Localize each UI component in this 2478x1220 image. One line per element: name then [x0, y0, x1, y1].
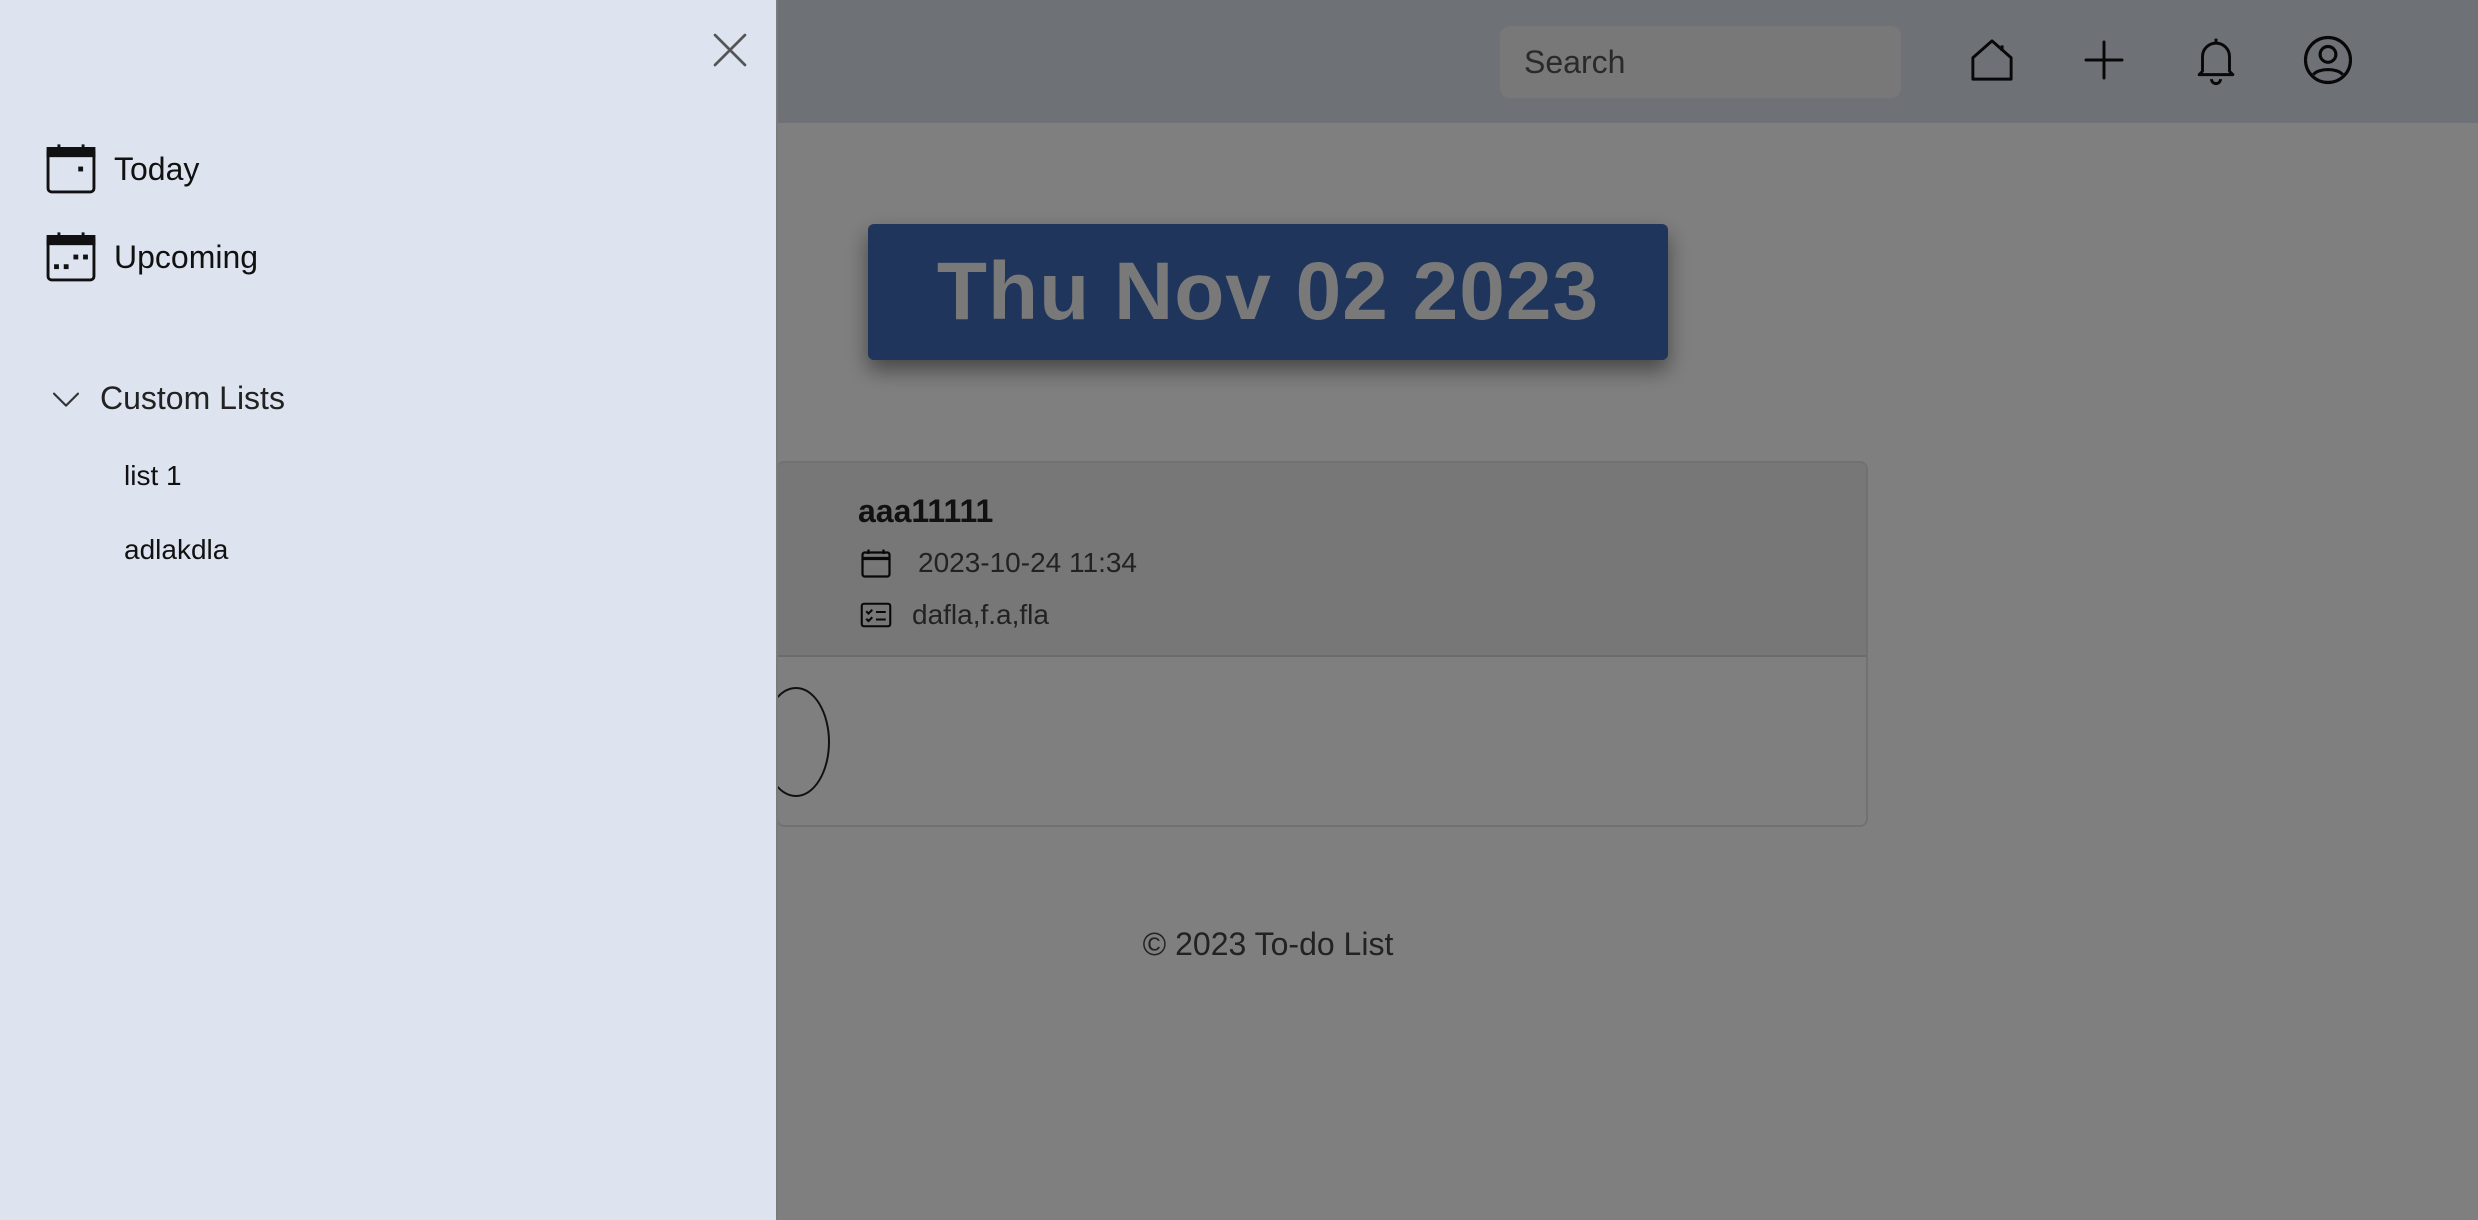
sidebar-item-today[interactable]: Today [42, 140, 199, 198]
custom-lists-toggle[interactable]: Custom Lists [50, 380, 285, 417]
custom-list-item[interactable]: adlakdla [124, 534, 228, 566]
sidebar-item-upcoming[interactable]: Upcoming [42, 228, 258, 286]
chevron-down-icon [52, 392, 80, 407]
sidebar-item-label: Today [114, 150, 200, 187]
sidebar-item-label: Upcoming [114, 238, 259, 275]
custom-list-item[interactable]: list 1 [124, 460, 182, 492]
custom-lists-header: Custom Lists [100, 380, 285, 416]
close-icon[interactable] [706, 26, 754, 74]
sidebar-drawer: Today Upcoming Custom Lists list 1 adlak… [0, 0, 778, 1220]
calendar-upcoming-icon [46, 232, 96, 282]
calendar-today-icon [46, 144, 96, 194]
